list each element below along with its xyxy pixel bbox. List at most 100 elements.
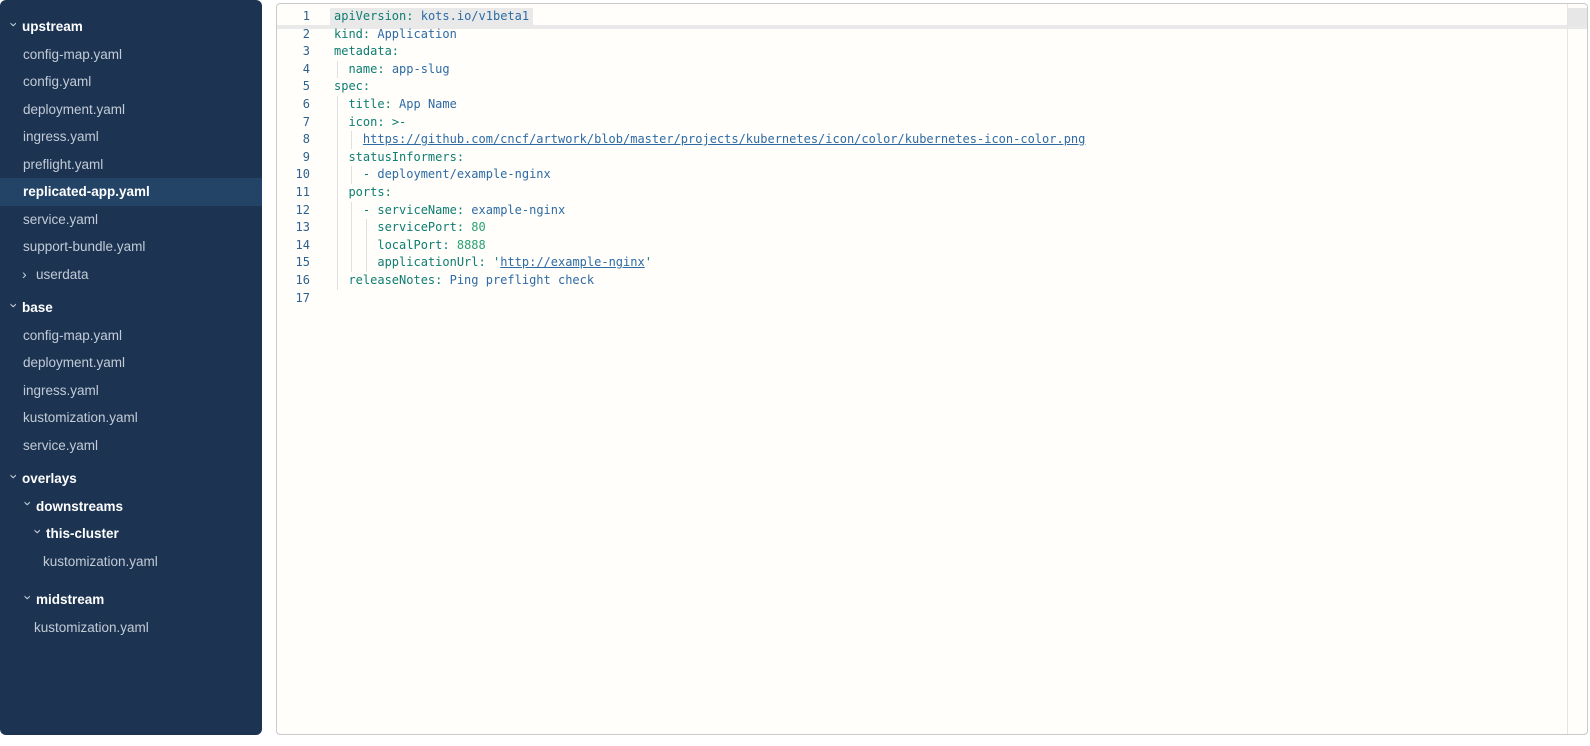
indent-guide bbox=[337, 272, 338, 290]
code-token: Ping preflight check bbox=[450, 273, 595, 287]
code-line[interactable]: 2kind: Application bbox=[277, 26, 1587, 44]
code-editor: 1apiVersion: kots.io/v1beta12kind: Appli… bbox=[277, 4, 1587, 734]
indent-guide bbox=[337, 61, 338, 79]
code-token: kind: bbox=[334, 27, 370, 41]
code-line[interactable]: 15 applicationUrl: 'http://example-nginx… bbox=[277, 254, 1587, 272]
tree-item-label: config-map.yaml bbox=[23, 328, 122, 343]
code-line[interactable]: 7 icon: >- bbox=[277, 114, 1587, 132]
code-token bbox=[385, 62, 392, 76]
tree-folder-overlays[interactable]: ›overlays bbox=[0, 465, 262, 493]
vertical-scrollbar[interactable] bbox=[1567, 4, 1587, 734]
indent-guide bbox=[351, 202, 352, 220]
tree-file-config-map.yaml[interactable]: config-map.yaml bbox=[0, 41, 262, 69]
code-editor-panel[interactable]: 1apiVersion: kots.io/v1beta12kind: Appli… bbox=[276, 3, 1588, 735]
chevron-right-icon: › bbox=[22, 267, 36, 281]
tree-file-config-map.yaml[interactable]: config-map.yaml bbox=[0, 322, 262, 350]
tree-folder-downstreams[interactable]: ›downstreams bbox=[0, 493, 262, 521]
scrollbar-thumb[interactable] bbox=[1568, 8, 1587, 25]
code-token: ' bbox=[645, 255, 652, 269]
file-tree-sidebar: ›upstreamconfig-map.yamlconfig.yamldeplo… bbox=[0, 0, 262, 735]
tree-file-kustomization.yaml[interactable]: kustomization.yaml bbox=[0, 404, 262, 432]
code-token: 80 bbox=[471, 220, 485, 234]
line-content: kind: Application bbox=[334, 26, 1587, 44]
code-link[interactable]: http://example-nginx bbox=[500, 255, 645, 269]
code-link[interactable]: https://github.com/cncf/artwork/blob/mas… bbox=[363, 132, 1085, 146]
line-content: statusInformers: bbox=[334, 149, 1587, 167]
line-content: name: app-slug bbox=[334, 61, 1587, 79]
tree-folder-userdata[interactable]: ›userdata bbox=[0, 261, 262, 289]
highlighted-text: apiVersion: kots.io/v1beta1 bbox=[330, 8, 533, 26]
code-line[interactable]: 10 - deployment/example-nginx bbox=[277, 166, 1587, 184]
indent-guide bbox=[337, 149, 338, 167]
tree-file-service.yaml[interactable]: service.yaml bbox=[0, 206, 262, 234]
indent-guide bbox=[337, 254, 338, 272]
tree-file-kustomization.yaml[interactable]: kustomization.yaml bbox=[0, 614, 262, 642]
indent-guide bbox=[337, 184, 338, 202]
tree-folder-this-cluster[interactable]: ›this-cluster bbox=[0, 520, 262, 548]
code-line[interactable]: 5spec: bbox=[277, 78, 1587, 96]
tree-folder-base[interactable]: ›base bbox=[0, 294, 262, 322]
code-token: - bbox=[363, 167, 377, 181]
indent-guide bbox=[366, 237, 367, 255]
indent-guide bbox=[337, 114, 338, 132]
tree-file-config.yaml[interactable]: config.yaml bbox=[0, 68, 262, 96]
indent-guide bbox=[337, 219, 338, 237]
tree-file-replicated-app.yaml[interactable]: replicated-app.yaml bbox=[0, 178, 262, 206]
indent-guide bbox=[351, 219, 352, 237]
indent-guide bbox=[337, 237, 338, 255]
tree-item-label: ingress.yaml bbox=[23, 383, 99, 398]
line-content: spec: bbox=[334, 78, 1587, 96]
code-line[interactable]: 3metadata: bbox=[277, 43, 1587, 61]
chevron-down-icon: › bbox=[21, 595, 35, 609]
code-token bbox=[334, 132, 363, 146]
code-line[interactable]: 12 - serviceName: example-nginx bbox=[277, 202, 1587, 220]
tree-file-service.yaml[interactable]: service.yaml bbox=[0, 432, 262, 460]
tree-file-deployment.yaml[interactable]: deployment.yaml bbox=[0, 349, 262, 377]
code-token bbox=[442, 273, 449, 287]
line-number: 13 bbox=[277, 219, 334, 237]
code-token bbox=[334, 220, 377, 234]
line-number: 16 bbox=[277, 272, 334, 290]
code-token bbox=[334, 238, 377, 252]
tree-file-ingress.yaml[interactable]: ingress.yaml bbox=[0, 123, 262, 151]
tree-item-label: base bbox=[22, 300, 53, 315]
chevron-down-icon: › bbox=[7, 303, 21, 317]
code-line[interactable]: 4 name: app-slug bbox=[277, 61, 1587, 79]
tree-item-label: replicated-app.yaml bbox=[23, 184, 150, 199]
line-number: 9 bbox=[277, 149, 334, 167]
code-line[interactable]: 6 title: App Name bbox=[277, 96, 1587, 114]
code-token: name: bbox=[348, 62, 384, 76]
code-line[interactable]: 14 localPort: 8888 bbox=[277, 237, 1587, 255]
line-content bbox=[334, 290, 1587, 308]
code-line[interactable]: 13 servicePort: 80 bbox=[277, 219, 1587, 237]
line-number: 7 bbox=[277, 114, 334, 132]
tree-file-support-bundle.yaml[interactable]: support-bundle.yaml bbox=[0, 233, 262, 261]
code-line[interactable]: 16 releaseNotes: Ping preflight check bbox=[277, 272, 1587, 290]
tree-item-label: deployment.yaml bbox=[23, 102, 125, 117]
code-token: App Name bbox=[399, 97, 457, 111]
code-token bbox=[486, 255, 493, 269]
code-token: title: bbox=[348, 97, 391, 111]
indent-guide bbox=[337, 96, 338, 114]
tree-folder-upstream[interactable]: ›upstream bbox=[0, 13, 262, 41]
indent-guide bbox=[351, 254, 352, 272]
line-content: - deployment/example-nginx bbox=[334, 166, 1587, 184]
line-number: 17 bbox=[277, 290, 334, 308]
tree-file-preflight.yaml[interactable]: preflight.yaml bbox=[0, 151, 262, 179]
code-token bbox=[334, 167, 363, 181]
line-content: metadata: bbox=[334, 43, 1587, 61]
tree-folder-midstream[interactable]: ›midstream bbox=[0, 586, 262, 614]
line-number: 6 bbox=[277, 96, 334, 114]
tree-file-ingress.yaml[interactable]: ingress.yaml bbox=[0, 377, 262, 405]
tree-file-deployment.yaml[interactable]: deployment.yaml bbox=[0, 96, 262, 124]
line-content: title: App Name bbox=[334, 96, 1587, 114]
code-line[interactable]: 11 ports: bbox=[277, 184, 1587, 202]
code-line[interactable]: 1apiVersion: kots.io/v1beta1 bbox=[277, 8, 1587, 26]
code-line[interactable]: 17 bbox=[277, 290, 1587, 308]
code-line[interactable]: 8 https://github.com/cncf/artwork/blob/m… bbox=[277, 131, 1587, 149]
tree-item-label: userdata bbox=[36, 267, 89, 282]
tree-file-kustomization.yaml[interactable]: kustomization.yaml bbox=[0, 548, 262, 576]
code-line[interactable]: 9 statusInformers: bbox=[277, 149, 1587, 167]
indent-guide bbox=[337, 131, 338, 149]
tree-item-label: service.yaml bbox=[23, 438, 98, 453]
